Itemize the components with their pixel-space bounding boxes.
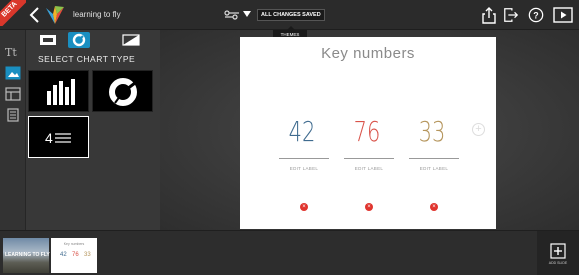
save-status-badge: ALL CHANGES SAVED bbox=[257, 9, 325, 21]
exit-icon[interactable] bbox=[503, 6, 519, 24]
thumbnail-2-title: Key numbers bbox=[63, 242, 85, 246]
svg-text:?: ? bbox=[533, 11, 538, 21]
number-label-2[interactable]: EDIT LABEL bbox=[344, 166, 394, 171]
pie-chart-icon bbox=[109, 78, 137, 106]
select-chart-type-heading: SELECT CHART TYPE bbox=[38, 54, 136, 64]
chevron-down-icon[interactable] bbox=[243, 11, 251, 17]
add-number-button[interactable]: + bbox=[472, 123, 485, 136]
pie-chart-tile[interactable] bbox=[92, 70, 153, 112]
slide-canvas[interactable]: Key numbers 42 76 33 EDIT LABEL EDIT LAB… bbox=[240, 37, 496, 229]
slide-filmstrip: LEARNING TO FLY Key numbers 42 76 33 ADD… bbox=[0, 230, 579, 275]
presentation-title[interactable]: learning to fly bbox=[73, 10, 121, 19]
photo-type-icon[interactable] bbox=[37, 32, 59, 48]
number-label-1[interactable]: EDIT LABEL bbox=[279, 166, 329, 171]
delete-number-2-button[interactable]: × bbox=[365, 203, 373, 211]
thumbnail-2-value-1: 42 bbox=[60, 252, 67, 258]
left-tool-column: Tt bbox=[0, 30, 26, 230]
beta-ribbon: BETA bbox=[0, 0, 26, 26]
delete-number-1-button[interactable]: × bbox=[300, 203, 308, 211]
chart-type-button[interactable] bbox=[68, 32, 90, 48]
number-value-3[interactable]: 33 bbox=[413, 115, 451, 148]
slide-thumbnail-1[interactable]: LEARNING TO FLY bbox=[3, 238, 50, 273]
label-underline bbox=[409, 158, 459, 159]
number-tile-label: 4 bbox=[45, 130, 53, 146]
add-slide-button[interactable]: ADD SLIDE bbox=[537, 231, 579, 275]
text-icon[interactable]: Tt bbox=[5, 46, 21, 60]
play-icon[interactable] bbox=[553, 6, 573, 24]
back-arrow-icon[interactable] bbox=[28, 5, 42, 25]
share-icon[interactable] bbox=[481, 6, 497, 24]
slide-thumbnail-2[interactable]: Key numbers 42 76 33 bbox=[51, 238, 97, 273]
help-icon[interactable]: ? bbox=[528, 6, 544, 24]
chart-type-panel: SELECT CHART TYPE 4 bbox=[26, 30, 160, 230]
number-chart-icon: 4 bbox=[45, 130, 71, 146]
add-slide-icon bbox=[550, 243, 566, 259]
thumbnail-1-text: LEARNING TO FLY bbox=[5, 252, 50, 258]
delete-number-3-button[interactable]: × bbox=[430, 203, 438, 211]
number-chart-tile[interactable]: 4 bbox=[28, 116, 89, 158]
number-value-1[interactable]: 42 bbox=[283, 115, 321, 148]
number-label-3[interactable]: EDIT LABEL bbox=[409, 166, 459, 171]
bar-chart-tile[interactable] bbox=[28, 70, 89, 112]
slide-title[interactable]: Key numbers bbox=[240, 45, 496, 62]
collaborate-icon[interactable] bbox=[224, 9, 240, 21]
logo-icon bbox=[46, 6, 64, 24]
label-underline bbox=[279, 158, 329, 159]
contrast-type-icon[interactable] bbox=[120, 32, 142, 48]
document-icon[interactable] bbox=[5, 108, 21, 122]
beta-label: BETA bbox=[0, 0, 26, 26]
image-icon[interactable] bbox=[5, 66, 21, 80]
add-slide-label: ADD SLIDE bbox=[548, 261, 568, 265]
layout-icon[interactable] bbox=[5, 87, 21, 101]
thumbnail-2-value-3: 33 bbox=[84, 252, 91, 258]
label-underline bbox=[344, 158, 394, 159]
thumbnail-2-value-2: 76 bbox=[72, 252, 79, 258]
chart-type-icon bbox=[72, 33, 86, 47]
bar-chart-icon bbox=[47, 79, 75, 105]
number-value-2[interactable]: 76 bbox=[348, 115, 386, 148]
